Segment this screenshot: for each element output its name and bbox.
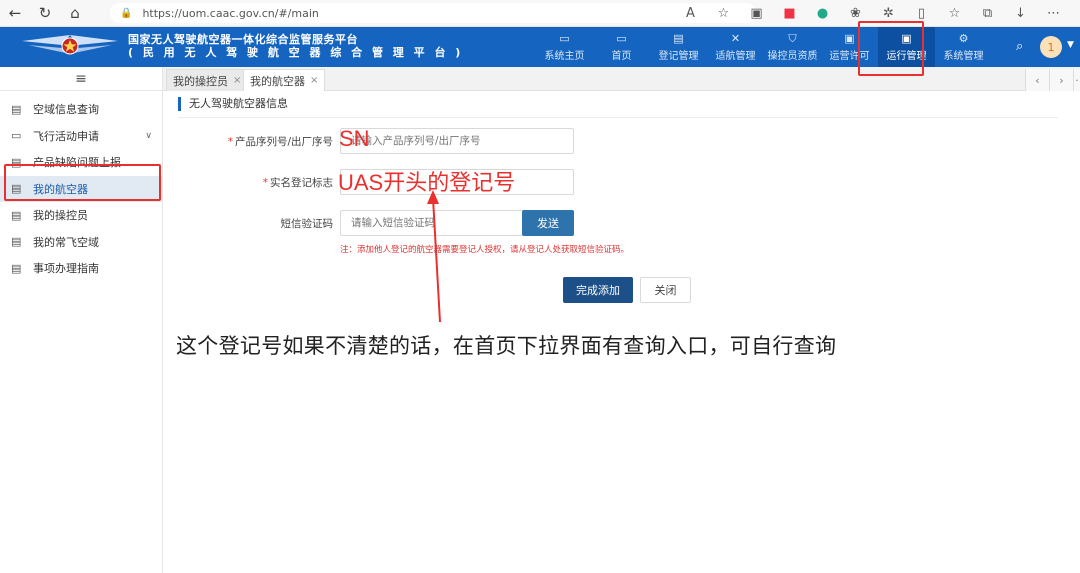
authorization-note: 注：添加他人登记的航空器需要登记人授权，请从登记人处获取短信验证码。 <box>340 245 630 255</box>
drone-icon: ✕ <box>730 31 741 45</box>
avatar[interactable]: 1 <box>1040 36 1062 58</box>
tab-scroll-left-icon[interactable]: ‹ <box>1025 69 1049 91</box>
annotation-uas-registration: UAS开头的登记号 <box>338 170 516 195</box>
annotation-box-my-aircraft <box>4 164 161 201</box>
search-icon[interactable]: ⌕ <box>1016 39 1023 54</box>
tab-more-icon[interactable]: · <box>1073 69 1080 91</box>
list-doc-icon: ▤ <box>11 102 22 116</box>
tab-label: 我的操控员 <box>173 74 228 88</box>
complete-add-button[interactable]: 完成添加 <box>563 277 633 303</box>
extension-colorful-icon[interactable]: ■ <box>773 6 806 21</box>
settings-grid-icon: ⚙ <box>958 31 969 45</box>
registration-mark-label: * 实名登记标志 <box>163 175 333 190</box>
sidebar-item-label: 我的操控员 <box>33 209 88 223</box>
back-icon[interactable]: ← <box>0 0 30 27</box>
required-mark: * <box>227 136 233 148</box>
nav-label: 登记管理 <box>658 50 699 62</box>
serial-number-label-text: 产品序列号/出厂序号 <box>234 136 333 148</box>
close-icon[interactable]: × <box>310 75 318 86</box>
lock-icon: 🔒 <box>120 7 133 19</box>
site-title-sub: ( 民 用 无 人 驾 驶 航 空 器 综 合 管 理 平 台 ) <box>128 46 464 59</box>
caac-wings-logo-icon <box>22 35 118 55</box>
download-icon[interactable]: ↓ <box>1004 6 1037 21</box>
nav-home[interactable]: ▭ 首页 <box>593 27 650 67</box>
sidebar-item-guide[interactable]: ▤ 事项办理指南 <box>0 255 162 282</box>
nav-label: 适航管理 <box>715 50 756 62</box>
nav-registration[interactable]: ▤ 登记管理 <box>650 27 707 67</box>
nav-system-management[interactable]: ⚙ 系统管理 <box>935 27 992 67</box>
annotation-sn: SN <box>339 126 370 151</box>
annotation-caption: 这个登记号如果不清楚的话，在首页下拉界面有查询入口，可自行查询 <box>176 334 837 358</box>
send-code-button[interactable]: 发送 <box>522 210 574 236</box>
url-text: https://uom.caac.gov.cn/#/main <box>142 6 319 20</box>
site-title-main: 国家无人驾驶航空器一体化综合监管服务平台 <box>128 33 358 46</box>
favorite-star-icon[interactable]: ☆ <box>707 6 740 21</box>
sidebar-item-label: 飞行活动申请 <box>33 129 99 143</box>
close-icon[interactable]: × <box>233 75 241 86</box>
address-bar[interactable]: 🔒 https://uom.caac.gov.cn/#/main <box>110 3 756 23</box>
registration-mark-label-text: 实名登记标志 <box>270 177 333 189</box>
divider <box>178 117 1058 118</box>
nav-label: 首页 <box>611 50 632 62</box>
extension-icon[interactable]: ▣ <box>740 6 773 21</box>
sms-code-label: 短信验证码 <box>280 218 334 230</box>
favorites-icon[interactable]: ☆ <box>938 6 971 21</box>
sidebar-item-label: 事项办理指南 <box>33 262 99 276</box>
chevron-down-icon: ∨ <box>145 130 152 141</box>
extension-puzzle-icon[interactable]: ✲ <box>872 6 905 21</box>
sidebar-item-flight-application[interactable]: ▭ 飞行活动申请 ∨ <box>0 123 162 150</box>
serial-number-input[interactable] <box>340 128 574 154</box>
nav-label: 操控员资质 <box>767 50 818 62</box>
sidebar-item-label: 我的常飞空域 <box>33 235 99 249</box>
tab-my-aircraft[interactable]: 我的航空器 × <box>243 69 326 91</box>
license-icon: ▣ <box>844 31 855 45</box>
read-aloud-icon[interactable]: A <box>674 6 707 21</box>
extension-leaf-icon[interactable]: ❀ <box>839 6 872 21</box>
sidebar-item-frequent-airspace[interactable]: ▤ 我的常飞空域 <box>0 229 162 256</box>
sidebar-item-airspace-query[interactable]: ▤ 空域信息查询 <box>0 96 162 123</box>
nav-operator-qualification[interactable]: ⛉ 操控员资质 <box>764 27 821 67</box>
close-button[interactable]: 关闭 <box>640 277 691 303</box>
sidebar-item-label: 空域信息查询 <box>33 103 99 117</box>
tab-scroll-right-icon[interactable]: › <box>1049 69 1073 91</box>
split-screen-icon[interactable]: ▯ <box>905 6 938 21</box>
home-icon[interactable]: ⌂ <box>60 0 90 27</box>
list-doc-icon: ▤ <box>11 261 22 275</box>
tab-label: 我的航空器 <box>250 74 305 88</box>
register-doc-icon: ▤ <box>673 31 684 45</box>
nav-label: 系统主页 <box>544 50 585 62</box>
nav-label: 系统管理 <box>943 50 984 62</box>
tab-my-operators[interactable]: 我的操控员 × <box>166 69 249 91</box>
list-doc-icon: ▤ <box>11 208 22 222</box>
shield-icon: ⛉ <box>788 31 797 45</box>
sidebar: ≡ ▤ 空域信息查询 ▭ 飞行活动申请 ∨ ▤ 产品缺陷问题上报 ▤ 我的航空器… <box>0 67 163 573</box>
sidebar-item-my-operators[interactable]: ▤ 我的操控员 <box>0 202 162 229</box>
sms-code-input[interactable] <box>340 210 523 236</box>
folder-icon: ▭ <box>11 129 22 143</box>
nav-airworthiness[interactable]: ✕ 适航管理 <box>707 27 764 67</box>
list-doc-icon: ▤ <box>11 235 22 249</box>
tab-strip: 我的操控员 × 我的航空器 × ‹ › · <box>163 67 1080 91</box>
menu-toggle-icon[interactable]: ≡ <box>0 67 162 91</box>
serial-number-label: * 产品序列号/出厂序号 <box>163 134 333 149</box>
site-title: 国家无人驾驶航空器一体化综合监管服务平台 ( 民 用 无 人 驾 驶 航 空 器… <box>128 33 463 59</box>
extension-browser-icon[interactable]: ● <box>806 6 839 21</box>
monitor-icon: ▭ <box>616 31 627 45</box>
collections-icon[interactable]: ⧉ <box>971 6 1004 21</box>
reload-icon[interactable]: ↻ <box>30 0 60 27</box>
required-mark: * <box>262 177 268 189</box>
section-title: 无人驾驶航空器信息 <box>178 97 288 111</box>
chevron-down-icon[interactable]: ▼ <box>1067 40 1074 50</box>
home-grid-icon: ▭ <box>559 31 570 45</box>
more-icon[interactable]: ⋯ <box>1037 6 1070 21</box>
annotation-box-operation-management <box>858 21 924 76</box>
nav-system-home[interactable]: ▭ 系统主页 <box>536 27 593 67</box>
